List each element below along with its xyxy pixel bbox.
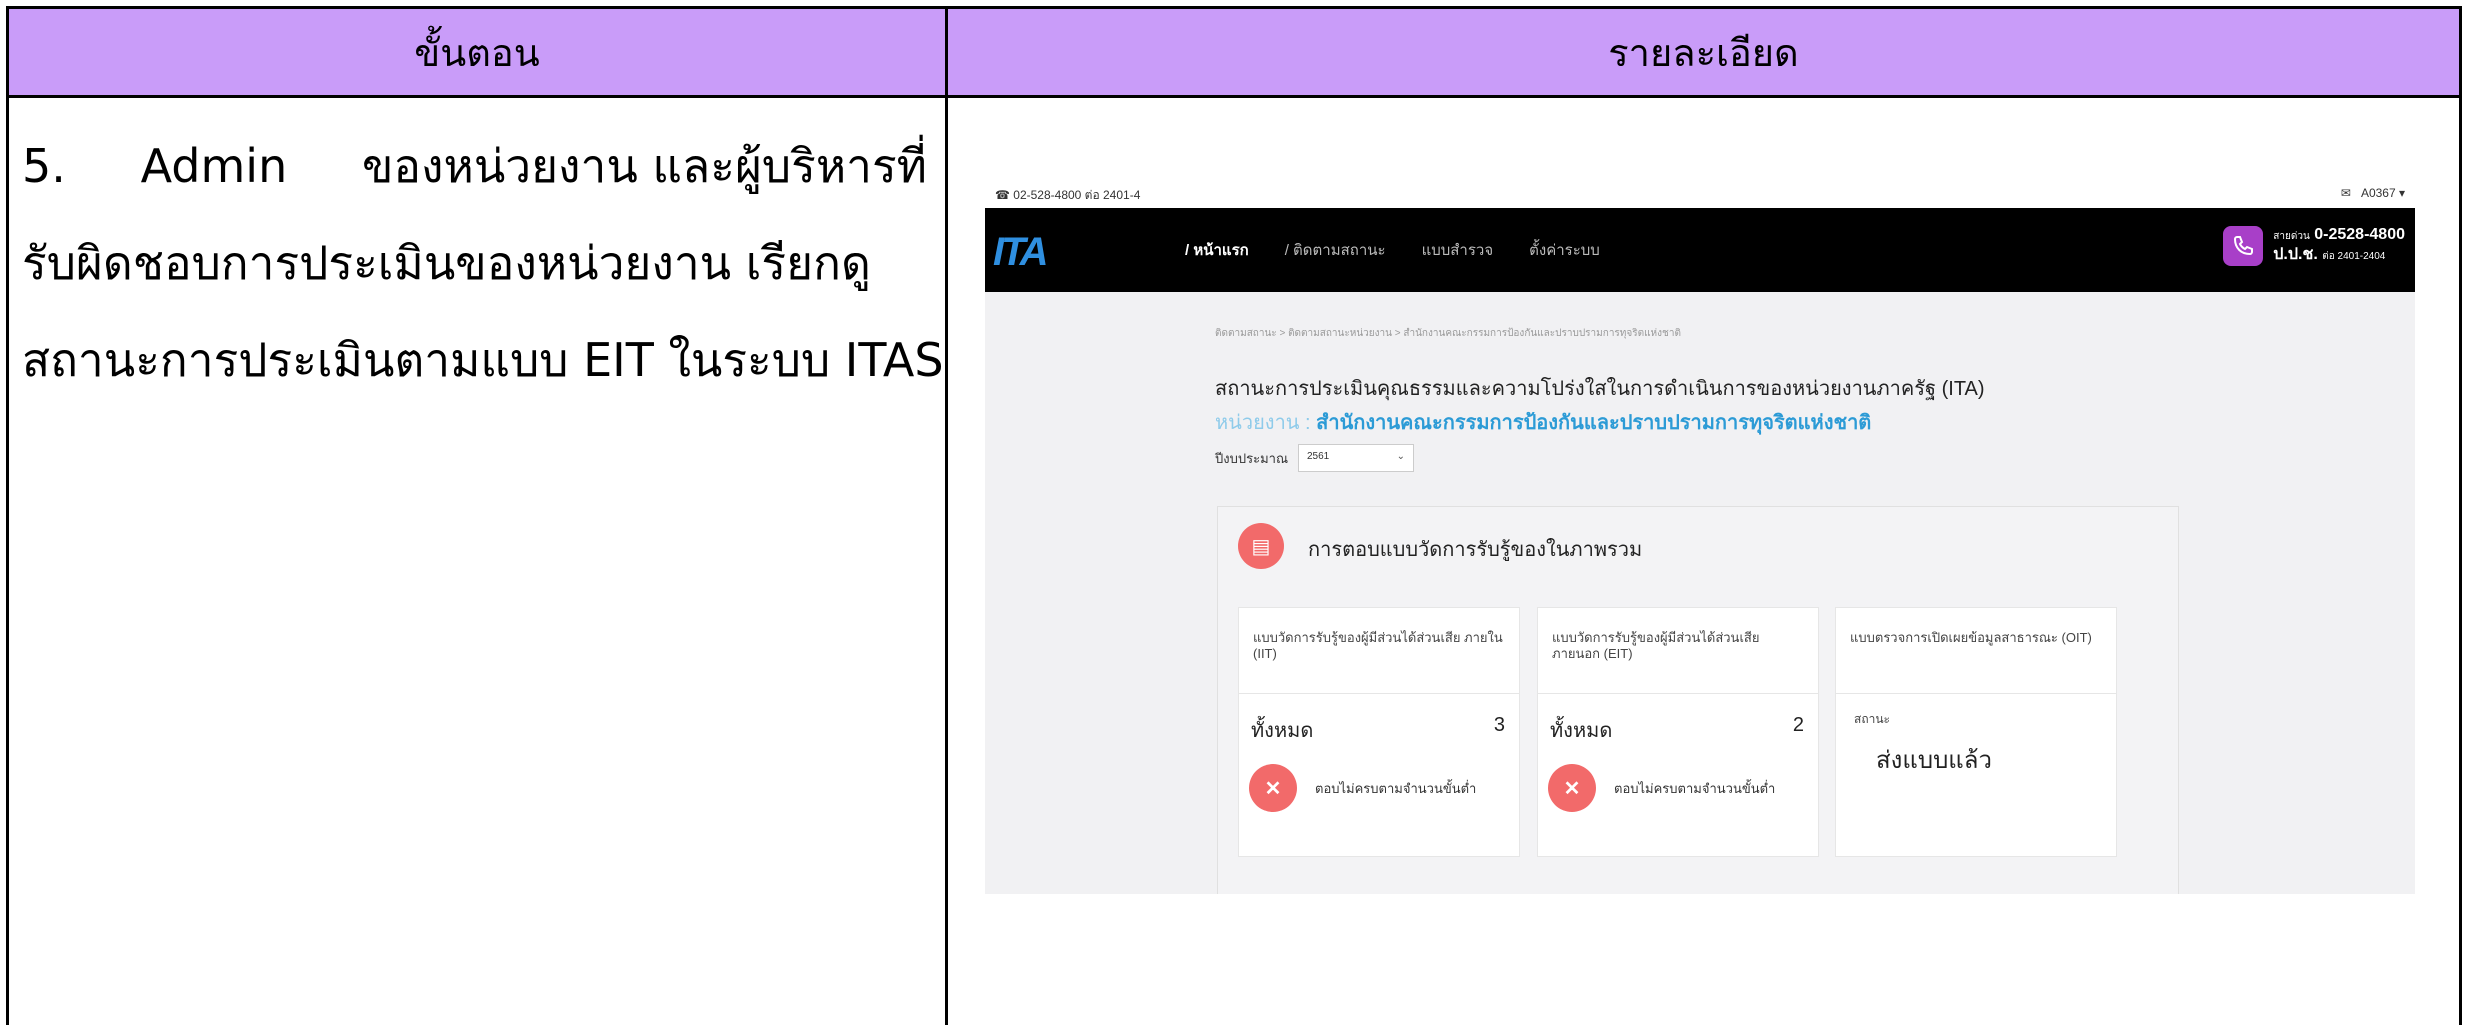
phone-icon xyxy=(2223,226,2264,266)
iit-card-body: ทั้งหมด 3 ✕ ตอบไม่ครบตามจำนวนขั้นต่ำ xyxy=(1239,694,1519,856)
iit-warning: ✕ ตอบไม่ครบตามจำนวนขั้นต่ำ xyxy=(1249,764,1476,812)
step-admin-word: Admin xyxy=(140,139,288,193)
eit-warning-text: ตอบไม่ครบตามจำนวนขั้นต่ำ xyxy=(1614,780,1776,796)
header-steps-label: ขั้นตอน xyxy=(414,30,540,75)
iit-card[interactable]: แบบวัดการรับรู้ของผู้มีส่วนได้ส่วนเสีย ภ… xyxy=(1238,607,1520,857)
close-icon: ✕ xyxy=(1249,764,1297,812)
breadcrumb[interactable]: ติดตามสถานะ > ติดตามสถานะหน่วยงาน > สำนั… xyxy=(1215,326,1681,341)
top-phone-text: 02-528-4800 ต่อ 2401-4 xyxy=(1013,188,1141,202)
fiscal-year-value: 2561 xyxy=(1307,451,1330,462)
oit-status-value: ส่งแบบแล้ว xyxy=(1876,747,1992,774)
iit-warning-text: ตอบไม่ครบตามจำนวนขั้นต่ำ xyxy=(1315,780,1477,796)
nav-home[interactable]: / หน้าแรก xyxy=(1185,238,1249,262)
step-line-2: รับผิดชอบการประเมินของหน่วยงาน เรียกดู xyxy=(22,236,871,290)
hotline-ext: ต่อ 2401-2404 xyxy=(2322,251,2386,262)
iit-total-label: ทั้งหมด xyxy=(1251,720,1314,742)
hotline-org: ป.ป.ช. xyxy=(2273,246,2318,263)
document-table: ขั้นตอน รายละเอียด 5. Admin ของหน่วยงาน … xyxy=(0,0,2468,1025)
account-menu[interactable]: ✉ A0367 ▾ xyxy=(2341,186,2405,200)
eit-card[interactable]: แบบวัดการรับรู้ของผู้มีส่วนได้ส่วนเสีย ภ… xyxy=(1537,607,1819,857)
chevron-down-icon: ⌄ xyxy=(1396,451,1405,462)
step-line-1: 5. Admin ของหน่วยงาน และผู้บริหารที่ xyxy=(22,118,927,215)
unit-name: สำนักงานคณะกรรมการป้องกันและปราบปรามการท… xyxy=(1316,412,1872,434)
eit-count: 2 xyxy=(1792,714,1804,736)
ita-logo[interactable]: ITA xyxy=(993,230,1048,275)
eit-card-title: แบบวัดการรับรู้ของผู้มีส่วนได้ส่วนเสีย ภ… xyxy=(1538,608,1818,694)
fiscal-year-select[interactable]: 2561 ⌄ xyxy=(1298,444,1414,472)
iit-count: 3 xyxy=(1493,714,1505,736)
header-details-label: รายละเอียด xyxy=(1608,30,1799,75)
step-number: 5. xyxy=(22,139,66,193)
hotline-label: สายด่วน xyxy=(2273,231,2310,242)
eit-total-label: ทั้งหมด xyxy=(1550,720,1613,742)
nav-menu: / หน้าแรก / ติดตามสถานะ แบบสำรวจ ตั้งค่า… xyxy=(1185,238,1600,262)
hotline-contact: สายด่วน 0-2528-4800 ป.ป.ช. ต่อ 2401-2404 xyxy=(2223,226,2405,266)
close-icon: ✕ xyxy=(1548,764,1596,812)
unit-label: หน่วยงาน : xyxy=(1215,412,1311,434)
nav-settings[interactable]: ตั้งค่าระบบ xyxy=(1529,238,1600,262)
oit-card[interactable]: แบบตรวจการเปิดเผยข้อมูลสาธารณะ (OIT) สถา… xyxy=(1835,607,2117,857)
top-info-bar: ☎ 02-528-4800 ต่อ 2401-4 ✉ A0367 ▾ xyxy=(985,178,2415,208)
eit-card-body: ทั้งหมด 2 ✕ ตอบไม่ครบตามจำนวนขั้นต่ำ xyxy=(1538,694,1818,856)
document-icon: ▤ xyxy=(1238,523,1284,569)
page-title: สถานะการประเมินคุณธรรมและความโปร่งใสในกา… xyxy=(1215,378,1985,400)
main-navbar: ITA / หน้าแรก / ติดตามสถานะ แบบสำรวจ ตั้… xyxy=(985,208,2415,292)
oit-card-body: สถานะ ส่งแบบแล้ว xyxy=(1836,694,2116,856)
embedded-screenshot: ☎ 02-528-4800 ต่อ 2401-4 ✉ A0367 ▾ ITA /… xyxy=(985,178,2415,894)
header-steps: ขั้นตอน xyxy=(6,6,948,98)
nav-status[interactable]: / ติดตามสถานะ xyxy=(1285,238,1386,262)
account-id: A0367 ▾ xyxy=(2360,186,2405,200)
top-phone: ☎ 02-528-4800 ต่อ 2401-4 xyxy=(995,188,1141,202)
fiscal-year-row: ปีงบประมาณ 2561 ⌄ xyxy=(1215,444,1414,472)
hotline-number: 0-2528-4800 xyxy=(2314,226,2405,243)
fiscal-year-label: ปีงบประมาณ xyxy=(1215,450,1288,466)
oit-card-title: แบบตรวจการเปิดเผยข้อมูลสาธารณะ (OIT) xyxy=(1836,608,2116,694)
step-description: 5. Admin ของหน่วยงาน และผู้บริหารที่ รับ… xyxy=(22,118,944,409)
step-line-1-rest: ของหน่วยงาน และผู้บริหารที่ xyxy=(361,139,927,193)
hotline-text: สายด่วน 0-2528-4800 ป.ป.ช. ต่อ 2401-2404 xyxy=(2273,226,2405,266)
header-details: รายละเอียด xyxy=(945,6,2462,98)
step-line-3: สถานะการประเมินตามแบบ EIT ในระบบ ITAS xyxy=(22,333,944,387)
unit-line: หน่วยงาน : สำนักงานคณะกรรมการป้องกันและป… xyxy=(1215,406,1871,438)
eit-warning: ✕ ตอบไม่ครบตามจำนวนขั้นต่ำ xyxy=(1548,764,1775,812)
overview-card-title: การตอบแบบวัดการรับรู้ของในภาพรวม xyxy=(1308,539,1643,561)
overview-card: ▤ การตอบแบบวัดการรับรู้ของในภาพรวม แบบวั… xyxy=(1217,506,2179,894)
oit-status-label: สถานะ xyxy=(1854,712,1890,726)
nav-survey[interactable]: แบบสำรวจ xyxy=(1422,238,1494,262)
iit-card-title: แบบวัดการรับรู้ของผู้มีส่วนได้ส่วนเสีย ภ… xyxy=(1239,608,1519,694)
